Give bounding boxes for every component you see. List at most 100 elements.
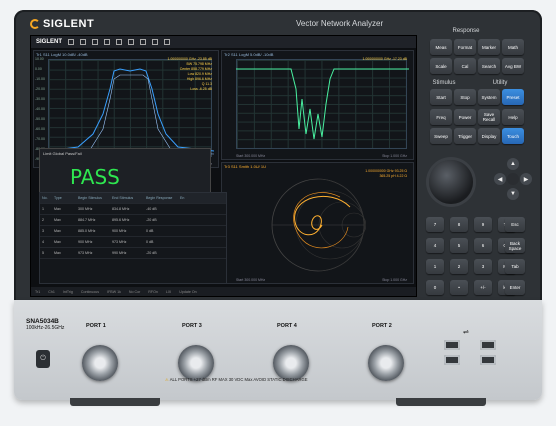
key-sweep[interactable]: Sweep — [430, 128, 452, 144]
numpad-key[interactable]: 1 — [426, 259, 444, 274]
key-start[interactable]: Start — [430, 89, 452, 105]
numpad-key[interactable]: 8 — [450, 217, 468, 232]
key-freq[interactable]: Freq — [430, 109, 452, 125]
rf-port-connector[interactable] — [368, 345, 404, 381]
save-icon[interactable] — [140, 39, 147, 45]
trace2-marker-line: 1.000000000 GHz -17.23 dB — [362, 57, 407, 61]
numpad-key[interactable]: Back Space — [505, 238, 525, 253]
key-display[interactable]: Display — [478, 128, 500, 144]
home-icon[interactable] — [68, 39, 75, 45]
model-box: SNA5034B 100kHz-26.5GHz — [26, 318, 64, 331]
numpad-key[interactable]: • — [450, 280, 468, 295]
numpad-key[interactable]: 7 — [426, 217, 444, 232]
trace1-markers: 1.000000000 GHz -23.85 dB BW 75.798 MHz Ce… — [142, 57, 212, 92]
table-header-row: No. Type Begin Stimulus End Stimulus Begin R… — [40, 193, 226, 204]
table-row[interactable]: 3 Max 885.0 MHz 900 MHz 0 dB — [40, 226, 226, 237]
trace2-pane[interactable]: Tr2 S11 LogM 5.0dB/ -10dB 1.000000000 GH… — [221, 50, 414, 160]
numpad-key[interactable]: +/- — [474, 280, 492, 295]
trace-icon[interactable] — [104, 39, 111, 45]
port-label: PORT 3 — [182, 323, 202, 329]
table-row[interactable]: 2 Max 884.7 MHz 895.6 MHz -20 dB — [40, 215, 226, 226]
key-touch[interactable]: Touch — [502, 128, 524, 144]
key-help[interactable]: Help — [502, 109, 524, 125]
limit-table[interactable]: No. Type Begin Stimulus End Stimulus Begin R… — [39, 192, 227, 284]
table-cell: 973 MHz — [78, 251, 93, 255]
foot-left — [70, 398, 160, 406]
numpad-key[interactable]: Enter — [505, 280, 525, 295]
numpad-key[interactable]: 2 — [450, 259, 468, 274]
key-scale[interactable]: Scale — [430, 58, 452, 74]
usb-port-1[interactable] — [444, 340, 460, 350]
numpad-key[interactable]: Tab — [505, 259, 525, 274]
warning-label: ⚠ ALL PORTS +27 dBm RF MAX 30 VDC Max AV… — [165, 377, 308, 382]
key-trigger[interactable]: Trigger — [454, 128, 476, 144]
trace3-x-stop: Stop 1.000 GHz — [382, 278, 407, 282]
smith-pane[interactable]: Tr3 S11 Smith 1.0U/ 1U 1.000000000 GHz 9… — [221, 162, 414, 284]
table-row[interactable]: 5 Max 973 MHz 990 MHz -20 dB — [40, 248, 226, 259]
numpad-key[interactable]: 5 — [450, 238, 468, 253]
print-icon[interactable] — [152, 39, 159, 45]
status-bar: Tr1 Ch1 IntTrig Continuous IFBW 1k No Cor RFOn… — [31, 287, 416, 296]
table-row[interactable]: 1 Max 300 MHz 834.8 MHz -40 dB — [40, 204, 226, 215]
undo-icon[interactable] — [80, 39, 87, 45]
numpad-key[interactable]: 6 — [474, 238, 492, 253]
status-item: Tr1 — [35, 289, 41, 294]
marker-icon[interactable] — [128, 39, 135, 45]
key-stop[interactable]: Stop — [454, 89, 476, 105]
key-avg-bw[interactable]: Avg BW — [502, 58, 524, 74]
status-item: No Cor — [128, 289, 141, 294]
key-system[interactable]: System — [478, 89, 500, 105]
touch-screen[interactable]: SIGLENT Tr1 S11 LogM 10.0dB/ -40dB 10.00… — [30, 35, 417, 297]
key-search[interactable]: Search — [478, 58, 500, 74]
siglent-logo-icon — [30, 19, 40, 29]
foot-right — [396, 398, 486, 406]
table-cell: 0 dB — [146, 240, 154, 244]
numpad-key[interactable]: 4 — [426, 238, 444, 253]
numpad-key[interactable]: 3 — [474, 259, 492, 274]
table-cell: 900 MHz — [78, 240, 93, 244]
power-icon: ⏻ — [40, 355, 46, 362]
arrow-down-icon[interactable]: ▼ — [507, 188, 519, 200]
panel-header-response: Response — [452, 28, 480, 34]
brand-logo: SIGLENT — [30, 18, 94, 30]
key-power[interactable]: Power — [454, 109, 476, 125]
numpad-key[interactable]: Esc — [505, 217, 525, 232]
key-cal[interactable]: Cal — [454, 58, 476, 74]
camera-icon[interactable] — [164, 39, 171, 45]
key-save-recall[interactable]: Save Recall — [478, 109, 500, 125]
toolbar-brand: SIGLENT — [36, 39, 63, 45]
table-row[interactable]: 4 Max 900 MHz 973 MHz 0 dB — [40, 237, 226, 248]
rotary-knob[interactable] — [429, 160, 473, 204]
channel-icon[interactable] — [116, 39, 123, 45]
key-format[interactable]: Format — [454, 39, 476, 55]
rf-port-connector[interactable] — [178, 345, 214, 381]
numpad-key[interactable]: 9 — [474, 217, 492, 232]
arrow-center-button[interactable] — [507, 173, 519, 185]
warning-text: ALL PORTS +27 dBm RF MAX 30 VDC Max AVOI… — [169, 377, 308, 382]
port-label: PORT 2 — [372, 323, 392, 329]
table-cell: -20 dB — [146, 218, 157, 222]
arrow-right-icon[interactable]: ▶ — [520, 173, 532, 185]
rf-port-connector[interactable] — [273, 345, 309, 381]
table-cell: 4 — [42, 240, 44, 244]
key-marker[interactable]: Marker — [478, 39, 500, 55]
numpad-key[interactable]: 0 — [426, 280, 444, 295]
key-preset[interactable]: Preset — [502, 89, 524, 105]
trace1-ytick: -70.00 — [35, 137, 45, 141]
usb-port-2[interactable] — [480, 340, 496, 350]
rf-port-connector[interactable] — [82, 345, 118, 381]
arrow-up-icon[interactable]: ▲ — [507, 158, 519, 170]
table-cell: Max — [54, 251, 61, 255]
usb-port-4[interactable] — [480, 355, 496, 365]
redo-icon[interactable] — [92, 39, 99, 45]
port-label: PORT 1 — [86, 323, 106, 329]
trace1-marker-line: Loss -6.25 dB — [190, 87, 212, 91]
key-math[interactable]: Math — [502, 39, 524, 55]
trace1-ytick: -30.00 — [35, 97, 45, 101]
power-button[interactable]: ⏻ — [36, 350, 50, 368]
key-meas[interactable]: Meas — [430, 39, 452, 55]
table-header-cell: Begin Response — [146, 196, 173, 200]
usb-port-3[interactable] — [444, 355, 460, 365]
arrow-left-icon[interactable]: ◀ — [494, 173, 506, 185]
pass-indicator: PASS — [70, 165, 120, 189]
